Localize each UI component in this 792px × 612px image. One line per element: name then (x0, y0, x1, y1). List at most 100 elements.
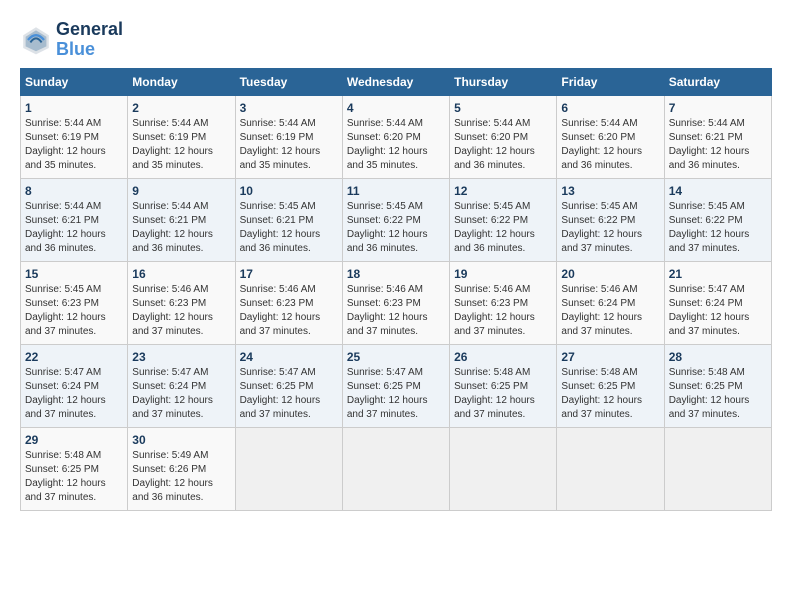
day-number: 25 (347, 350, 445, 364)
calendar-cell: 4Sunrise: 5:44 AM Sunset: 6:20 PM Daylig… (342, 95, 449, 178)
day-number: 1 (25, 101, 123, 115)
day-number: 6 (561, 101, 659, 115)
calendar-cell: 28 Sunrise: 5:48 AM Sunset: 6:25 PM Dayli… (664, 344, 771, 427)
day-info: Sunrise: 5:44 AM Sunset: 6:20 PM Dayligh… (454, 117, 552, 173)
day-number: 22 (25, 350, 123, 364)
calendar-week-2: 8 Sunrise: 5:44 AM Sunset: 6:21 PM Daylig… (21, 178, 772, 261)
calendar-cell: 3 Sunrise: 5:44 AM Sunset: 6:19 PM Daylig… (235, 95, 342, 178)
day-number: 11 (347, 184, 445, 198)
day-number: 15 (25, 267, 123, 281)
day-number: 5 (454, 101, 552, 115)
calendar-cell: 29 Sunrise: 5:48 AM Sunset: 6:25 PM Dayli… (21, 427, 128, 510)
calendar-header-wednesday: Wednesday (342, 68, 449, 95)
calendar-cell: 18 Sunrise: 5:46 AM Sunset: 6:23 PM Dayli… (342, 261, 449, 344)
day-info: Sunrise: 5:45 AM Sunset: 6:21 PM Dayligh… (240, 200, 338, 256)
day-number: 12 (454, 184, 552, 198)
calendar-cell: 16 Sunrise: 5:46 AM Sunset: 6:23 PM Dayli… (128, 261, 235, 344)
calendar-cell (235, 427, 342, 510)
day-info: Sunrise: 5:48 AM Sunset: 6:25 PM Dayligh… (669, 366, 767, 422)
calendar-cell: 20 Sunrise: 5:46 AM Sunset: 6:24 PM Dayli… (557, 261, 664, 344)
calendar-cell: 25 Sunrise: 5:47 AM Sunset: 6:25 PM Dayli… (342, 344, 449, 427)
day-info: Sunrise: 5:46 AM Sunset: 6:23 PM Dayligh… (454, 283, 552, 339)
day-number: 24 (240, 350, 338, 364)
calendar-cell: 19 Sunrise: 5:46 AM Sunset: 6:23 PM Dayli… (450, 261, 557, 344)
calendar-header-sunday: Sunday (21, 68, 128, 95)
page-header: General Blue (20, 20, 772, 60)
calendar-cell: 26Sunrise: 5:48 AM Sunset: 6:25 PM Dayli… (450, 344, 557, 427)
day-number: 18 (347, 267, 445, 281)
day-number: 14 (669, 184, 767, 198)
calendar-week-4: 22Sunrise: 5:47 AM Sunset: 6:24 PM Dayli… (21, 344, 772, 427)
logo-text: General Blue (56, 20, 123, 60)
day-info: Sunrise: 5:46 AM Sunset: 6:23 PM Dayligh… (132, 283, 230, 339)
calendar-cell: 30 Sunrise: 5:49 AM Sunset: 6:26 PM Dayli… (128, 427, 235, 510)
day-info: Sunrise: 5:44 AM Sunset: 6:21 PM Dayligh… (132, 200, 230, 256)
day-info: Sunrise: 5:46 AM Sunset: 6:24 PM Dayligh… (561, 283, 659, 339)
day-number: 16 (132, 267, 230, 281)
day-info: Sunrise: 5:47 AM Sunset: 6:25 PM Dayligh… (347, 366, 445, 422)
day-info: Sunrise: 5:44 AM Sunset: 6:19 PM Dayligh… (25, 117, 123, 173)
day-number: 20 (561, 267, 659, 281)
day-number: 10 (240, 184, 338, 198)
day-number: 9 (132, 184, 230, 198)
day-number: 28 (669, 350, 767, 364)
day-number: 21 (669, 267, 767, 281)
calendar-cell: 14 Sunrise: 5:45 AM Sunset: 6:22 PM Dayli… (664, 178, 771, 261)
day-number: 27 (561, 350, 659, 364)
calendar-cell: 9 Sunrise: 5:44 AM Sunset: 6:21 PM Daylig… (128, 178, 235, 261)
calendar-week-3: 15 Sunrise: 5:45 AM Sunset: 6:23 PM Dayli… (21, 261, 772, 344)
day-info: Sunrise: 5:44 AM Sunset: 6:19 PM Dayligh… (132, 117, 230, 173)
calendar-header-thursday: Thursday (450, 68, 557, 95)
day-info: Sunrise: 5:45 AM Sunset: 6:22 PM Dayligh… (347, 200, 445, 256)
calendar-cell: 5 Sunrise: 5:44 AM Sunset: 6:20 PM Daylig… (450, 95, 557, 178)
day-info: Sunrise: 5:46 AM Sunset: 6:23 PM Dayligh… (347, 283, 445, 339)
calendar-week-1: 1 Sunrise: 5:44 AM Sunset: 6:19 PM Daylig… (21, 95, 772, 178)
day-info: Sunrise: 5:44 AM Sunset: 6:20 PM Dayligh… (561, 117, 659, 173)
calendar-cell: 15 Sunrise: 5:45 AM Sunset: 6:23 PM Dayli… (21, 261, 128, 344)
day-info: Sunrise: 5:48 AM Sunset: 6:25 PM Dayligh… (454, 366, 552, 422)
calendar-cell: 11 Sunrise: 5:45 AM Sunset: 6:22 PM Dayli… (342, 178, 449, 261)
day-number: 19 (454, 267, 552, 281)
calendar-header-friday: Friday (557, 68, 664, 95)
calendar-cell: 17 Sunrise: 5:46 AM Sunset: 6:23 PM Dayli… (235, 261, 342, 344)
day-number: 7 (669, 101, 767, 115)
day-info: Sunrise: 5:45 AM Sunset: 6:22 PM Dayligh… (561, 200, 659, 256)
day-info: Sunrise: 5:47 AM Sunset: 6:25 PM Dayligh… (240, 366, 338, 422)
calendar-table: SundayMondayTuesdayWednesdayThursdayFrid… (20, 68, 772, 511)
calendar-cell: 10 Sunrise: 5:45 AM Sunset: 6:21 PM Dayli… (235, 178, 342, 261)
calendar-cell (450, 427, 557, 510)
calendar-header: SundayMondayTuesdayWednesdayThursdayFrid… (21, 68, 772, 95)
day-info: Sunrise: 5:48 AM Sunset: 6:25 PM Dayligh… (25, 449, 123, 505)
day-number: 23 (132, 350, 230, 364)
calendar-cell: 2Sunrise: 5:44 AM Sunset: 6:19 PM Daylig… (128, 95, 235, 178)
calendar-cell: 23Sunrise: 5:47 AM Sunset: 6:24 PM Dayli… (128, 344, 235, 427)
day-number: 17 (240, 267, 338, 281)
calendar-cell (342, 427, 449, 510)
day-info: Sunrise: 5:45 AM Sunset: 6:22 PM Dayligh… (669, 200, 767, 256)
day-info: Sunrise: 5:44 AM Sunset: 6:21 PM Dayligh… (25, 200, 123, 256)
calendar-body: 1 Sunrise: 5:44 AM Sunset: 6:19 PM Daylig… (21, 95, 772, 510)
day-info: Sunrise: 5:48 AM Sunset: 6:25 PM Dayligh… (561, 366, 659, 422)
day-number: 29 (25, 433, 123, 447)
calendar-header-monday: Monday (128, 68, 235, 95)
day-info: Sunrise: 5:47 AM Sunset: 6:24 PM Dayligh… (669, 283, 767, 339)
day-info: Sunrise: 5:44 AM Sunset: 6:19 PM Dayligh… (240, 117, 338, 173)
day-info: Sunrise: 5:44 AM Sunset: 6:21 PM Dayligh… (669, 117, 767, 173)
logo-icon (20, 24, 52, 56)
calendar-cell (664, 427, 771, 510)
day-info: Sunrise: 5:45 AM Sunset: 6:23 PM Dayligh… (25, 283, 123, 339)
calendar-cell: 7 Sunrise: 5:44 AM Sunset: 6:21 PM Daylig… (664, 95, 771, 178)
day-info: Sunrise: 5:49 AM Sunset: 6:26 PM Dayligh… (132, 449, 230, 505)
day-number: 30 (132, 433, 230, 447)
day-info: Sunrise: 5:45 AM Sunset: 6:22 PM Dayligh… (454, 200, 552, 256)
day-number: 8 (25, 184, 123, 198)
day-info: Sunrise: 5:44 AM Sunset: 6:20 PM Dayligh… (347, 117, 445, 173)
calendar-cell: 27 Sunrise: 5:48 AM Sunset: 6:25 PM Dayli… (557, 344, 664, 427)
calendar-cell: 1 Sunrise: 5:44 AM Sunset: 6:19 PM Daylig… (21, 95, 128, 178)
calendar-header-saturday: Saturday (664, 68, 771, 95)
day-info: Sunrise: 5:46 AM Sunset: 6:23 PM Dayligh… (240, 283, 338, 339)
day-number: 13 (561, 184, 659, 198)
calendar-header-tuesday: Tuesday (235, 68, 342, 95)
day-number: 3 (240, 101, 338, 115)
calendar-cell: 12 Sunrise: 5:45 AM Sunset: 6:22 PM Dayli… (450, 178, 557, 261)
